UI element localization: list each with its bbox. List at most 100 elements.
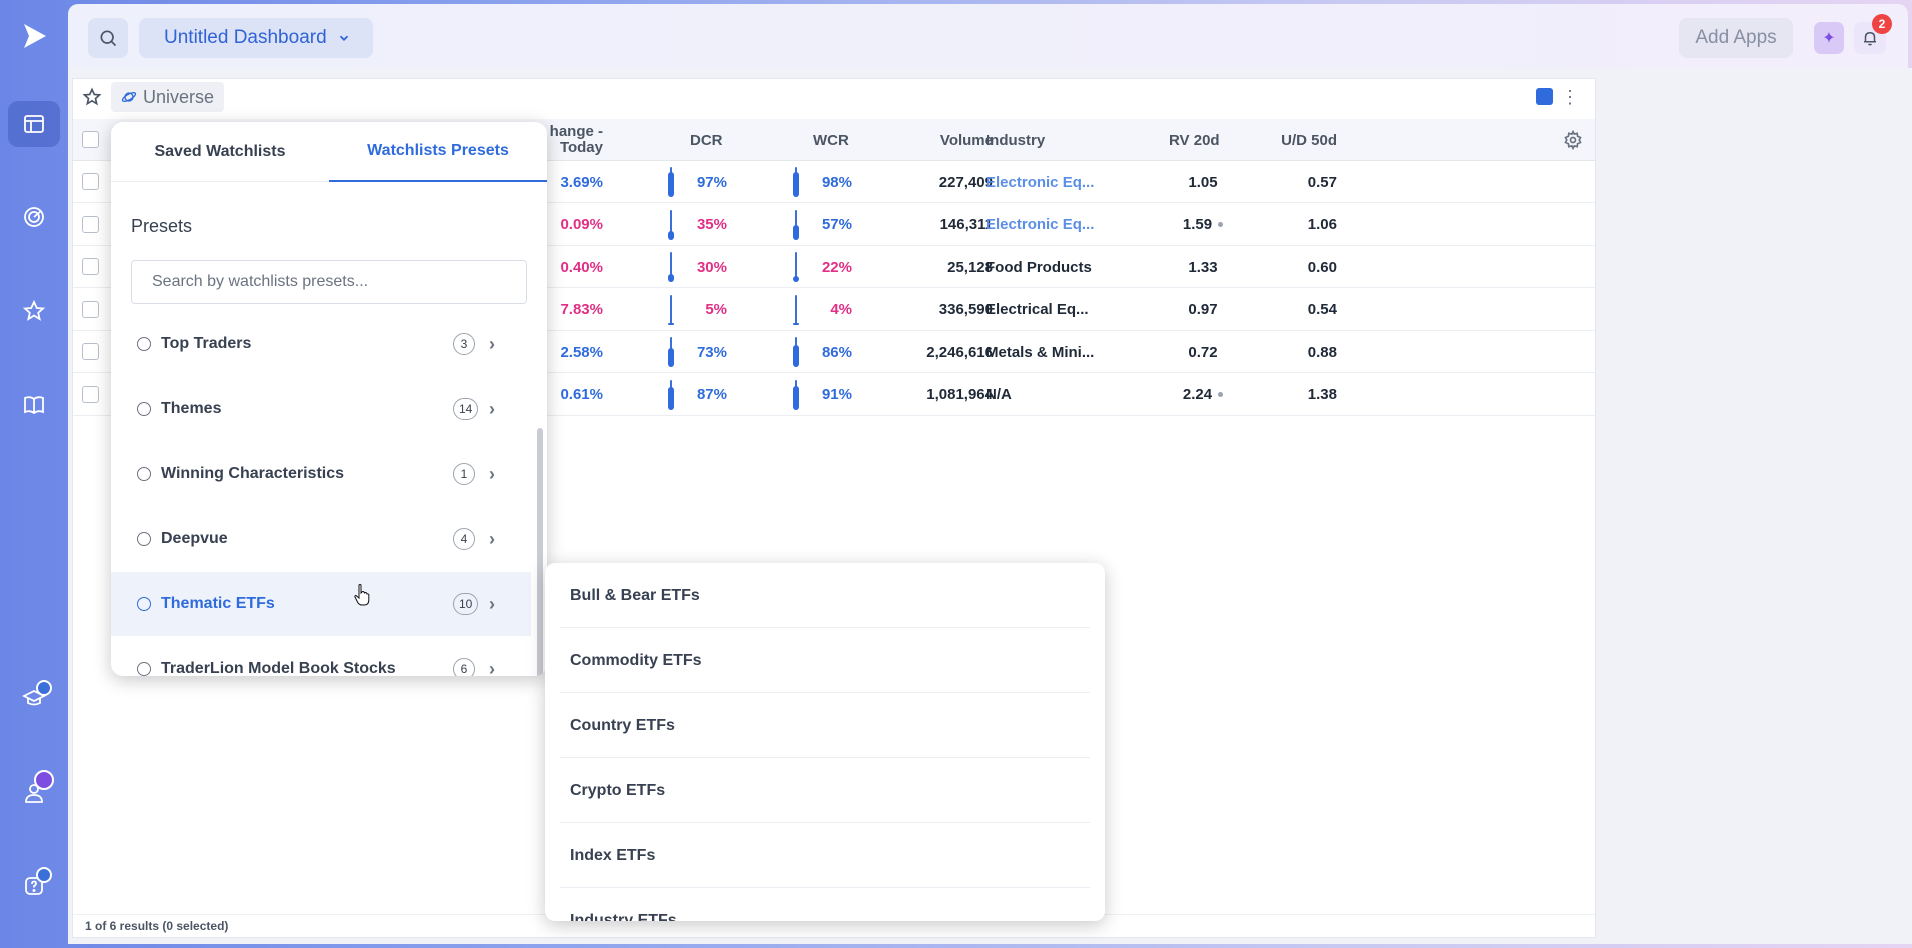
dashboard-selector[interactable]: Untitled Dashboard xyxy=(139,18,373,58)
sparkle-icon: ✦ xyxy=(1822,30,1836,47)
row-checkbox[interactable] xyxy=(82,258,99,275)
help-notification-dot xyxy=(36,867,52,883)
volume-cell: 2,246,616 xyxy=(926,343,993,361)
submenu-item[interactable]: Industry ETFs xyxy=(545,888,1105,922)
chevron-down-icon xyxy=(339,35,348,41)
industry-cell: Food Products xyxy=(986,258,1092,276)
submenu-item[interactable]: Country ETFs xyxy=(545,693,1105,758)
submenu-item-label: Country ETFs xyxy=(570,716,675,734)
column-header-industry[interactable]: Industry xyxy=(986,119,1045,161)
preset-label: TraderLion Model Book Stocks xyxy=(161,660,396,676)
color-link-button[interactable] xyxy=(1536,88,1553,105)
chevron-right-icon: › xyxy=(489,528,495,549)
preset-label: Deepvue xyxy=(161,530,228,547)
wcr-cell: 57% xyxy=(821,216,852,233)
watchlist-dropdown: Saved Watchlists Watchlists Presets Pres… xyxy=(111,122,547,676)
ud50d-cell: 0.54 xyxy=(1307,301,1337,318)
row-checkbox[interactable] xyxy=(82,385,99,403)
dashboard-icon xyxy=(24,115,44,133)
preset-item[interactable]: Themes 14 › xyxy=(111,377,531,441)
preset-count-badge: 3 xyxy=(453,333,475,355)
column-header-change-line2: Today xyxy=(559,139,603,156)
preset-item[interactable]: TraderLion Model Book Stocks 6 › xyxy=(111,637,531,676)
volume-cell: 25,128 xyxy=(947,258,993,276)
preset-item[interactable]: Deepvue 4 › xyxy=(111,507,531,571)
universe-label: Universe xyxy=(143,86,215,107)
academy-nav-button[interactable] xyxy=(8,676,60,722)
submenu-item-label: Crypto ETFs xyxy=(570,781,666,799)
preset-label: Winning Characteristics xyxy=(161,465,345,482)
app-logo-icon[interactable] xyxy=(18,20,50,52)
universe-selector[interactable]: Universe xyxy=(111,82,225,112)
rv20d-value: 1.59 xyxy=(1182,216,1213,233)
preset-count-badge: 6 xyxy=(453,658,475,676)
row-checkbox[interactable] xyxy=(82,173,99,190)
volume-cell: 146,311 xyxy=(939,216,993,233)
preset-count-badge: 14 xyxy=(453,398,479,420)
column-header-volume[interactable]: Volume xyxy=(913,119,993,161)
column-header-dcr[interactable]: DCR xyxy=(690,119,723,161)
industry-cell[interactable]: Electronic Eq... xyxy=(986,204,1094,246)
preset-count-badge: 4 xyxy=(453,528,475,550)
tab-watchlists-presets[interactable]: Watchlists Presets xyxy=(329,122,547,182)
notification-badge: 2 xyxy=(1872,14,1892,34)
preset-folder-icon xyxy=(137,597,151,611)
ai-assistant-button[interactable]: ✦ xyxy=(1814,22,1844,54)
submenu-item[interactable]: Index ETFs xyxy=(545,823,1105,888)
wcr-cell: 98% xyxy=(821,173,852,191)
help-nav-button[interactable] xyxy=(8,863,60,909)
presets-search-input[interactable] xyxy=(131,260,527,304)
preset-item[interactable]: Top Traders 3 › xyxy=(111,312,531,376)
preset-item[interactable]: Thematic ETFs 10 › xyxy=(111,572,531,636)
column-header-rv20d[interactable]: RV 20d xyxy=(1169,119,1220,161)
industry-cell[interactable]: Electronic Eq... xyxy=(986,161,1094,203)
panel-menu-icon[interactable]: ⋮ xyxy=(1561,87,1579,108)
hand-cursor-icon xyxy=(354,584,370,606)
top-bar: Untitled Dashboard Add Apps ✦ 2 xyxy=(68,4,1908,68)
preset-folder-icon xyxy=(137,467,151,481)
wcr-cell: 86% xyxy=(821,343,852,361)
lightning-badge-icon xyxy=(34,770,54,790)
preset-label: Thematic ETFs xyxy=(161,595,275,612)
rv20d-value: 2.24 xyxy=(1182,386,1213,403)
submenu-item[interactable]: Crypto ETFs xyxy=(545,758,1105,823)
ud50d-cell: 1.38 xyxy=(1307,386,1337,403)
row-checkbox[interactable] xyxy=(82,215,99,233)
submenu-item[interactable]: Commodity ETFs xyxy=(545,628,1105,693)
add-apps-button[interactable]: Add Apps xyxy=(1679,18,1793,58)
wcr-cell: 91% xyxy=(821,386,852,403)
profile-nav-button[interactable] xyxy=(8,770,60,816)
results-summary: 1 of 6 results (0 selected) xyxy=(85,919,229,933)
row-checkbox[interactable] xyxy=(82,343,99,360)
presets-scrollbar[interactable] xyxy=(537,428,543,676)
rv20d-value: 1.33 xyxy=(1188,258,1218,276)
dcr-cell: 5% xyxy=(705,301,727,318)
favorite-star-icon[interactable] xyxy=(82,87,102,107)
preset-label: Top Traders xyxy=(161,335,252,352)
industry-cell: Electrical Eq... xyxy=(986,301,1089,318)
column-header-wcr[interactable]: WCR xyxy=(813,119,849,161)
search-button[interactable] xyxy=(88,18,128,58)
volume-cell: 227,409 xyxy=(938,173,993,191)
radar-nav-button[interactable] xyxy=(8,194,60,240)
learn-nav-button[interactable] xyxy=(8,382,60,428)
rv20d-value: 0.97 xyxy=(1188,301,1218,318)
thematic-etfs-submenu: Bull & Bear ETFs Commodity ETFs Country ET… xyxy=(545,563,1105,921)
submenu-item[interactable]: Bull & Bear ETFs xyxy=(545,563,1105,628)
chevron-right-icon: › xyxy=(489,658,495,677)
ud50d-cell: 0.60 xyxy=(1307,258,1337,276)
chevron-right-icon: › xyxy=(489,463,495,484)
industry-cell: Metals & Mini... xyxy=(986,343,1095,361)
preset-item[interactable]: Winning Characteristics 1 › xyxy=(111,442,531,506)
ud50d-cell: 0.57 xyxy=(1307,173,1337,191)
column-header-ud50d[interactable]: U/D 50d xyxy=(1223,119,1337,161)
tab-saved-watchlists[interactable]: Saved Watchlists xyxy=(111,122,329,182)
gear-icon[interactable] xyxy=(1563,130,1583,150)
row-checkbox[interactable] xyxy=(82,300,99,318)
preset-folder-icon xyxy=(137,532,151,546)
watchlist-nav-button[interactable] xyxy=(8,288,60,334)
dashboards-nav-button[interactable] xyxy=(8,101,60,147)
select-all-checkbox[interactable] xyxy=(82,131,99,148)
volume-cell: 336,590 xyxy=(938,301,993,318)
submenu-item-label: Commodity ETFs xyxy=(570,651,702,669)
